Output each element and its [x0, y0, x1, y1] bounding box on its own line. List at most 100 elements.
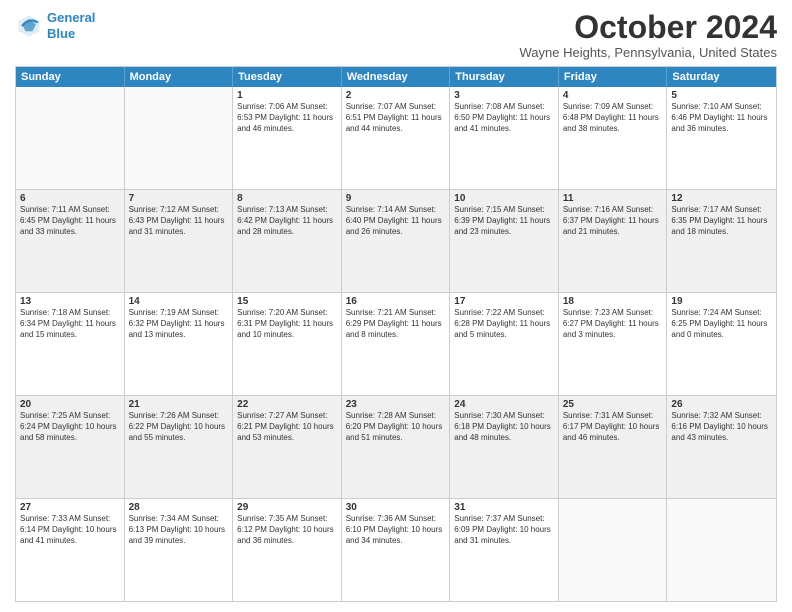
header-day-tuesday: Tuesday: [233, 67, 342, 87]
day-number: 23: [346, 399, 446, 410]
day-number: 31: [454, 502, 554, 513]
header-day-saturday: Saturday: [667, 67, 776, 87]
day-number: 29: [237, 502, 337, 513]
cell-content: Sunrise: 7:25 AM Sunset: 6:24 PM Dayligh…: [20, 411, 120, 443]
cell-content: Sunrise: 7:07 AM Sunset: 6:51 PM Dayligh…: [346, 102, 446, 134]
day-number: 7: [129, 193, 229, 204]
calendar-cell-20: 20Sunrise: 7:25 AM Sunset: 6:24 PM Dayli…: [16, 396, 125, 498]
cell-content: Sunrise: 7:30 AM Sunset: 6:18 PM Dayligh…: [454, 411, 554, 443]
logo-text: General Blue: [47, 10, 95, 41]
cell-content: Sunrise: 7:27 AM Sunset: 6:21 PM Dayligh…: [237, 411, 337, 443]
day-number: 13: [20, 296, 120, 307]
calendar-cell-2: 2Sunrise: 7:07 AM Sunset: 6:51 PM Daylig…: [342, 87, 451, 189]
day-number: 21: [129, 399, 229, 410]
cell-content: Sunrise: 7:35 AM Sunset: 6:12 PM Dayligh…: [237, 514, 337, 546]
calendar-cell-15: 15Sunrise: 7:20 AM Sunset: 6:31 PM Dayli…: [233, 293, 342, 395]
cell-content: Sunrise: 7:22 AM Sunset: 6:28 PM Dayligh…: [454, 308, 554, 340]
calendar-row-4: 27Sunrise: 7:33 AM Sunset: 6:14 PM Dayli…: [16, 498, 776, 601]
cell-content: Sunrise: 7:19 AM Sunset: 6:32 PM Dayligh…: [129, 308, 229, 340]
day-number: 22: [237, 399, 337, 410]
calendar: SundayMondayTuesdayWednesdayThursdayFrid…: [15, 66, 777, 602]
calendar-cell-empty-0-0: [16, 87, 125, 189]
day-number: 19: [671, 296, 772, 307]
day-number: 17: [454, 296, 554, 307]
day-number: 1: [237, 90, 337, 101]
cell-content: Sunrise: 7:33 AM Sunset: 6:14 PM Dayligh…: [20, 514, 120, 546]
day-number: 12: [671, 193, 772, 204]
day-number: 11: [563, 193, 663, 204]
cell-content: Sunrise: 7:34 AM Sunset: 6:13 PM Dayligh…: [129, 514, 229, 546]
day-number: 16: [346, 296, 446, 307]
day-number: 30: [346, 502, 446, 513]
day-number: 20: [20, 399, 120, 410]
day-number: 14: [129, 296, 229, 307]
calendar-cell-26: 26Sunrise: 7:32 AM Sunset: 6:16 PM Dayli…: [667, 396, 776, 498]
cell-content: Sunrise: 7:21 AM Sunset: 6:29 PM Dayligh…: [346, 308, 446, 340]
calendar-cell-31: 31Sunrise: 7:37 AM Sunset: 6:09 PM Dayli…: [450, 499, 559, 601]
day-number: 24: [454, 399, 554, 410]
calendar-cell-24: 24Sunrise: 7:30 AM Sunset: 6:18 PM Dayli…: [450, 396, 559, 498]
cell-content: Sunrise: 7:23 AM Sunset: 6:27 PM Dayligh…: [563, 308, 663, 340]
calendar-row-2: 13Sunrise: 7:18 AM Sunset: 6:34 PM Dayli…: [16, 292, 776, 395]
title-block: October 2024 Wayne Heights, Pennsylvania…: [520, 10, 778, 60]
day-number: 3: [454, 90, 554, 101]
day-number: 10: [454, 193, 554, 204]
calendar-cell-30: 30Sunrise: 7:36 AM Sunset: 6:10 PM Dayli…: [342, 499, 451, 601]
calendar-row-1: 6Sunrise: 7:11 AM Sunset: 6:45 PM Daylig…: [16, 189, 776, 292]
calendar-cell-empty-0-1: [125, 87, 234, 189]
cell-content: Sunrise: 7:15 AM Sunset: 6:39 PM Dayligh…: [454, 205, 554, 237]
cell-content: Sunrise: 7:17 AM Sunset: 6:35 PM Dayligh…: [671, 205, 772, 237]
calendar-cell-10: 10Sunrise: 7:15 AM Sunset: 6:39 PM Dayli…: [450, 190, 559, 292]
calendar-cell-1: 1Sunrise: 7:06 AM Sunset: 6:53 PM Daylig…: [233, 87, 342, 189]
logo: General Blue: [15, 10, 95, 41]
calendar-cell-14: 14Sunrise: 7:19 AM Sunset: 6:32 PM Dayli…: [125, 293, 234, 395]
calendar-cell-25: 25Sunrise: 7:31 AM Sunset: 6:17 PM Dayli…: [559, 396, 668, 498]
header-day-friday: Friday: [559, 67, 668, 87]
calendar-cell-29: 29Sunrise: 7:35 AM Sunset: 6:12 PM Dayli…: [233, 499, 342, 601]
cell-content: Sunrise: 7:18 AM Sunset: 6:34 PM Dayligh…: [20, 308, 120, 340]
calendar-cell-18: 18Sunrise: 7:23 AM Sunset: 6:27 PM Dayli…: [559, 293, 668, 395]
location-subtitle: Wayne Heights, Pennsylvania, United Stat…: [520, 45, 778, 60]
day-number: 2: [346, 90, 446, 101]
day-number: 25: [563, 399, 663, 410]
cell-content: Sunrise: 7:09 AM Sunset: 6:48 PM Dayligh…: [563, 102, 663, 134]
calendar-cell-empty-4-5: [559, 499, 668, 601]
calendar-cell-7: 7Sunrise: 7:12 AM Sunset: 6:43 PM Daylig…: [125, 190, 234, 292]
calendar-cell-16: 16Sunrise: 7:21 AM Sunset: 6:29 PM Dayli…: [342, 293, 451, 395]
cell-content: Sunrise: 7:11 AM Sunset: 6:45 PM Dayligh…: [20, 205, 120, 237]
calendar-cell-6: 6Sunrise: 7:11 AM Sunset: 6:45 PM Daylig…: [16, 190, 125, 292]
cell-content: Sunrise: 7:37 AM Sunset: 6:09 PM Dayligh…: [454, 514, 554, 546]
day-number: 5: [671, 90, 772, 101]
calendar-cell-22: 22Sunrise: 7:27 AM Sunset: 6:21 PM Dayli…: [233, 396, 342, 498]
day-number: 26: [671, 399, 772, 410]
day-number: 6: [20, 193, 120, 204]
cell-content: Sunrise: 7:31 AM Sunset: 6:17 PM Dayligh…: [563, 411, 663, 443]
calendar-cell-5: 5Sunrise: 7:10 AM Sunset: 6:46 PM Daylig…: [667, 87, 776, 189]
day-number: 4: [563, 90, 663, 101]
calendar-cell-21: 21Sunrise: 7:26 AM Sunset: 6:22 PM Dayli…: [125, 396, 234, 498]
calendar-row-0: 1Sunrise: 7:06 AM Sunset: 6:53 PM Daylig…: [16, 87, 776, 189]
cell-content: Sunrise: 7:06 AM Sunset: 6:53 PM Dayligh…: [237, 102, 337, 134]
calendar-cell-13: 13Sunrise: 7:18 AM Sunset: 6:34 PM Dayli…: [16, 293, 125, 395]
calendar-cell-9: 9Sunrise: 7:14 AM Sunset: 6:40 PM Daylig…: [342, 190, 451, 292]
calendar-cell-27: 27Sunrise: 7:33 AM Sunset: 6:14 PM Dayli…: [16, 499, 125, 601]
calendar-cell-17: 17Sunrise: 7:22 AM Sunset: 6:28 PM Dayli…: [450, 293, 559, 395]
calendar-cell-4: 4Sunrise: 7:09 AM Sunset: 6:48 PM Daylig…: [559, 87, 668, 189]
header-day-monday: Monday: [125, 67, 234, 87]
cell-content: Sunrise: 7:20 AM Sunset: 6:31 PM Dayligh…: [237, 308, 337, 340]
cell-content: Sunrise: 7:13 AM Sunset: 6:42 PM Dayligh…: [237, 205, 337, 237]
page: General Blue October 2024 Wayne Heights,…: [0, 0, 792, 612]
cell-content: Sunrise: 7:14 AM Sunset: 6:40 PM Dayligh…: [346, 205, 446, 237]
day-number: 28: [129, 502, 229, 513]
day-number: 27: [20, 502, 120, 513]
calendar-cell-28: 28Sunrise: 7:34 AM Sunset: 6:13 PM Dayli…: [125, 499, 234, 601]
calendar-cell-19: 19Sunrise: 7:24 AM Sunset: 6:25 PM Dayli…: [667, 293, 776, 395]
cell-content: Sunrise: 7:32 AM Sunset: 6:16 PM Dayligh…: [671, 411, 772, 443]
calendar-row-3: 20Sunrise: 7:25 AM Sunset: 6:24 PM Dayli…: [16, 395, 776, 498]
cell-content: Sunrise: 7:24 AM Sunset: 6:25 PM Dayligh…: [671, 308, 772, 340]
calendar-cell-23: 23Sunrise: 7:28 AM Sunset: 6:20 PM Dayli…: [342, 396, 451, 498]
calendar-body: 1Sunrise: 7:06 AM Sunset: 6:53 PM Daylig…: [16, 87, 776, 601]
calendar-cell-8: 8Sunrise: 7:13 AM Sunset: 6:42 PM Daylig…: [233, 190, 342, 292]
day-number: 9: [346, 193, 446, 204]
header-day-wednesday: Wednesday: [342, 67, 451, 87]
